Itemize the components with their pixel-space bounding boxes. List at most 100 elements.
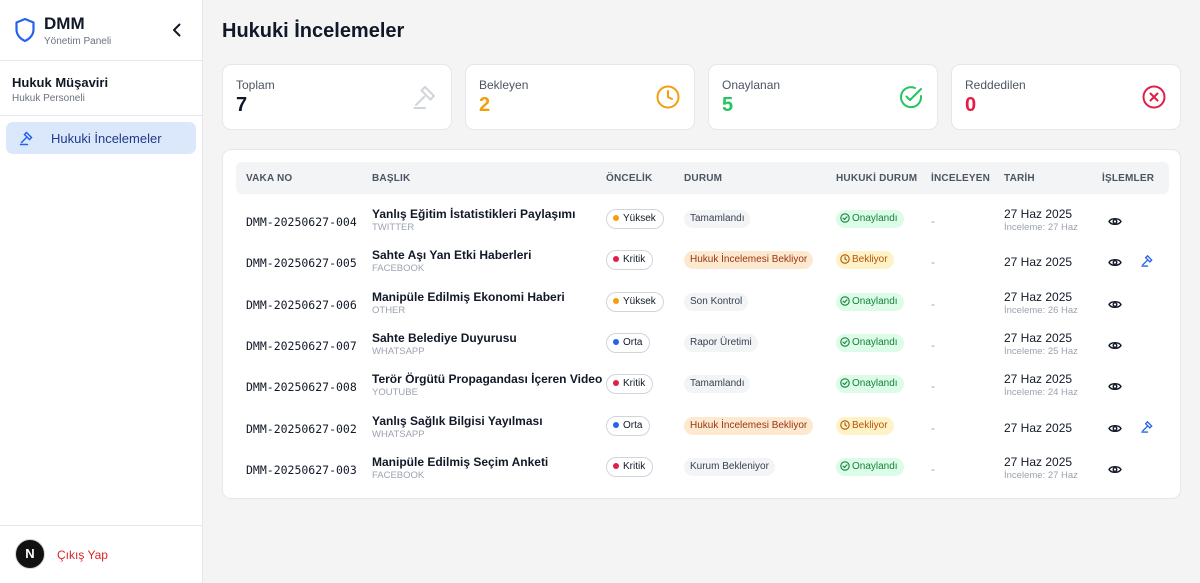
- sidebar-footer: N Çıkış Yap: [0, 525, 203, 583]
- logout-button[interactable]: Çıkış Yap: [57, 548, 108, 562]
- case-date: 27 Haz 2025: [1004, 289, 1073, 304]
- legal-status-badge: Onaylandı: [836, 333, 904, 352]
- view-button[interactable]: [1108, 255, 1122, 267]
- case-number[interactable]: DMM-20250627-008: [246, 380, 357, 394]
- status-badge: Hukuk İncelemesi Bekliyor: [684, 416, 814, 435]
- priority-badge: Yüksek: [606, 291, 664, 312]
- stat-label: Onaylanan: [722, 78, 781, 92]
- stat-label: Toplam: [236, 78, 275, 92]
- legal-status-badge: Onaylandı: [836, 375, 904, 394]
- reviewer: -: [931, 296, 935, 311]
- case-title: Manipüle Edilmiş Ekonomi Haberi: [372, 289, 565, 304]
- user-role: Hukuk Personeli: [12, 93, 85, 104]
- check-circle-icon: [900, 86, 923, 109]
- priority-dot: [613, 297, 619, 304]
- priority-badge: Orta: [606, 332, 651, 353]
- eye-icon: [1108, 421, 1122, 438]
- priority-label: Kritik: [623, 378, 646, 390]
- table-row: DMM-20250627-007 Sahte Belediye Duyurusu W…: [236, 326, 1169, 367]
- view-button[interactable]: [1108, 338, 1122, 349]
- case-title: Sahte Aşı Yan Etki Haberleri: [372, 248, 532, 263]
- case-platform: FACEBOOK: [372, 263, 425, 275]
- stat-card-pending: Bekleyen 2: [465, 64, 695, 130]
- brand-subtitle: Yönetim Paneli: [44, 36, 112, 47]
- check-circle-icon: [840, 213, 852, 224]
- priority-badge: Kritik: [606, 374, 654, 395]
- gavel-icon: [1141, 420, 1154, 437]
- stat-value: 5: [722, 94, 734, 116]
- col-header-title: BAŞLIK: [372, 173, 411, 184]
- legal-status-badge: Bekliyor: [836, 251, 894, 270]
- legal-status-label: Bekliyor: [852, 254, 888, 266]
- table-row: DMM-20250627-006 Manipüle Edilmiş Ekonomi…: [236, 285, 1169, 326]
- reviewer: -: [931, 461, 935, 476]
- case-platform: FACEBOOK: [372, 469, 425, 481]
- eye-icon: [1108, 297, 1122, 314]
- case-number[interactable]: DMM-20250627-004: [246, 215, 357, 229]
- case-title: Terör Örgütü Propagandası İçeren Video: [372, 372, 603, 387]
- legal-status-badge: Bekliyor: [836, 416, 894, 435]
- priority-dot: [613, 421, 619, 428]
- gavel-icon: [1141, 254, 1154, 271]
- view-button[interactable]: [1108, 379, 1122, 391]
- case-number[interactable]: DMM-20250627-006: [246, 298, 357, 312]
- status-badge: Tamamlandı: [684, 375, 751, 394]
- reviewer: -: [931, 255, 935, 270]
- table-row: DMM-20250627-004 Yanlış Eğitim İstatistik…: [236, 202, 1169, 243]
- col-header-status: DURUM: [684, 173, 723, 184]
- user-name: Hukuk Müşaviri: [12, 75, 109, 90]
- shield-icon: [15, 17, 35, 43]
- review-date: İnceleme: 27 Haz: [1004, 469, 1078, 481]
- review-date: İnceleme: 25 Haz: [1004, 345, 1078, 357]
- priority-label: Kritik: [623, 460, 646, 472]
- case-date: 27 Haz 2025: [1004, 420, 1073, 435]
- view-button[interactable]: [1108, 462, 1122, 473]
- legal-status-badge: Onaylandı: [836, 292, 904, 311]
- status-badge: Rapor Üretimi: [684, 333, 758, 352]
- case-number[interactable]: DMM-20250627-007: [246, 339, 357, 353]
- sidebar-item-legal-reviews[interactable]: Hukuki İncelemeler: [6, 122, 196, 154]
- priority-dot: [613, 215, 619, 221]
- view-button[interactable]: [1108, 297, 1122, 308]
- priority-dot: [613, 380, 619, 387]
- legal-status-label: Onaylandı: [852, 295, 898, 307]
- page-title: Hukuki İncelemeler: [222, 20, 405, 42]
- legal-review-table: VAKA NO BAŞLIK ÖNCELİK DURUM HUKUKİ DURU…: [222, 149, 1181, 499]
- gavel-icon: [413, 86, 435, 109]
- case-platform: WHATSAPP: [372, 345, 425, 357]
- legal-status-badge: Onaylandı: [836, 210, 904, 228]
- status-badge: Kurum Bekleniyor: [684, 457, 775, 476]
- priority-dot: [613, 462, 619, 469]
- view-button[interactable]: [1108, 421, 1122, 432]
- priority-badge: Kritik: [606, 456, 654, 477]
- case-number[interactable]: DMM-20250627-002: [246, 422, 357, 436]
- case-number[interactable]: DMM-20250627-005: [246, 256, 357, 270]
- sidebar-item-label: Hukuki İncelemeler: [51, 131, 162, 146]
- avatar[interactable]: N: [15, 539, 45, 569]
- review-date: İnceleme: 27 Haz: [1004, 222, 1078, 233]
- priority-label: Orta: [623, 336, 643, 348]
- col-header-legal-status: HUKUKİ DURUM: [836, 173, 918, 184]
- reviewer: -: [931, 379, 935, 394]
- view-button[interactable]: [1108, 214, 1122, 225]
- case-platform: YOUTUBE: [372, 387, 418, 399]
- priority-badge: Yüksek: [606, 209, 664, 229]
- table-row: DMM-20250627-003 Manipüle Edilmiş Seçim A…: [236, 450, 1169, 491]
- legal-review-button[interactable]: [1141, 420, 1154, 433]
- legal-status-label: Onaylandı: [852, 378, 898, 390]
- priority-label: Kritik: [623, 254, 646, 266]
- stat-label: Bekleyen: [479, 78, 529, 92]
- eye-icon: [1108, 338, 1122, 355]
- legal-review-button[interactable]: [1141, 254, 1154, 268]
- check-circle-icon: [840, 378, 852, 389]
- case-number[interactable]: DMM-20250627-003: [246, 463, 357, 477]
- eye-icon: [1108, 379, 1122, 396]
- priority-dot: [613, 256, 619, 263]
- stat-card-rejected: Reddedilen 0: [951, 64, 1181, 130]
- col-header-date: TARİH: [1004, 173, 1035, 184]
- chevron-left-icon[interactable]: [170, 22, 184, 38]
- stat-card-total: Toplam 7: [222, 64, 452, 130]
- legal-status-label: Onaylandı: [852, 336, 898, 348]
- eye-icon: [1108, 462, 1122, 479]
- case-date: 27 Haz 2025: [1004, 207, 1073, 221]
